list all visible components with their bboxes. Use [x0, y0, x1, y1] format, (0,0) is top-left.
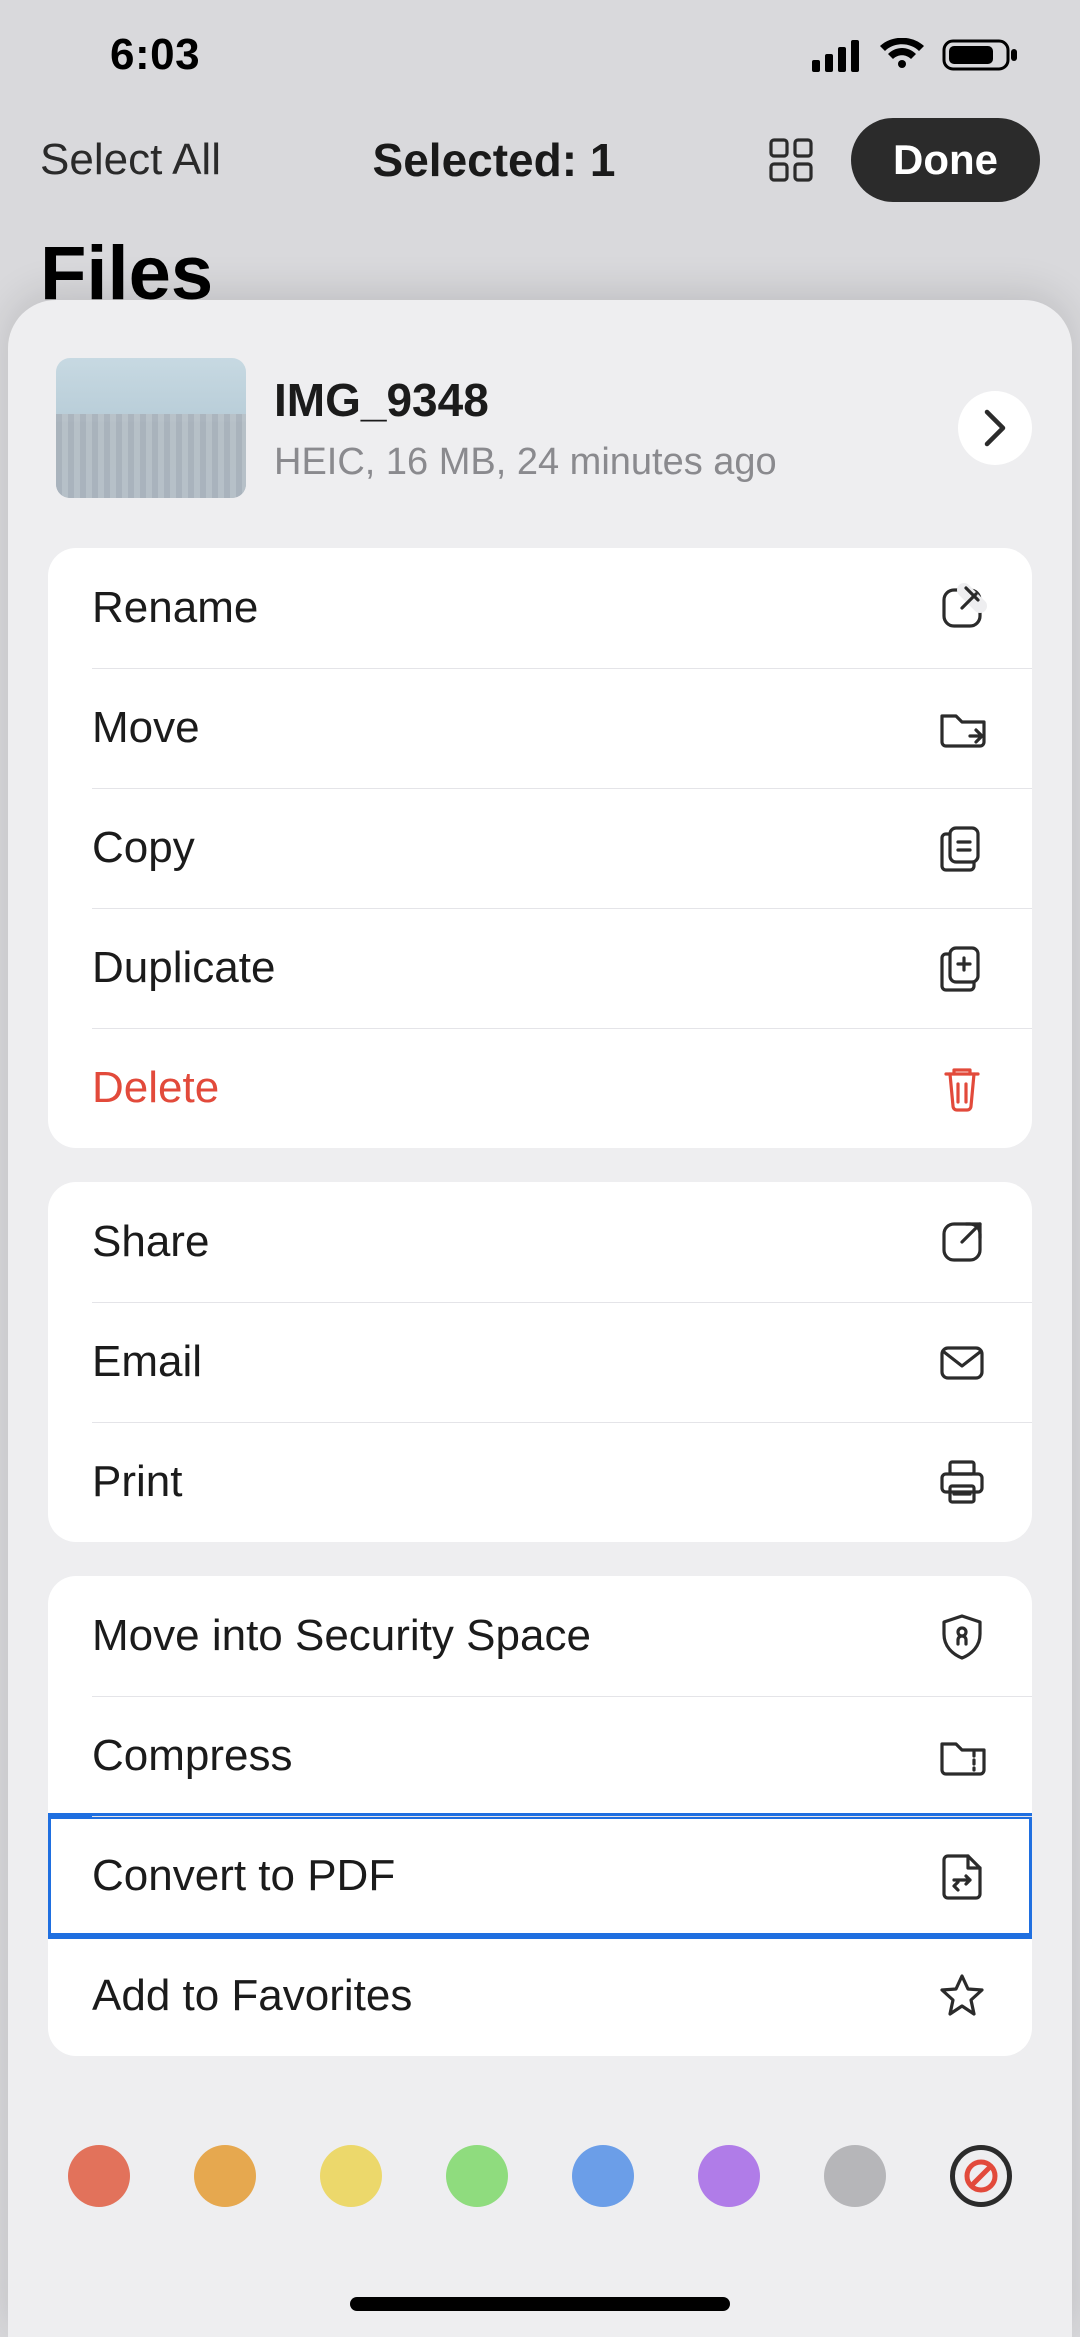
tag-color-4[interactable] — [572, 2145, 634, 2207]
print-row[interactable]: Print — [48, 1422, 1032, 1542]
grid-toggle-icon[interactable] — [767, 136, 815, 184]
print-icon — [936, 1456, 988, 1508]
duplicate-icon — [936, 942, 988, 994]
home-indicator — [350, 2297, 730, 2311]
tag-row — [8, 2145, 1072, 2207]
file-header[interactable]: IMG_9348 HEIC, 16 MB, 24 minutes ago — [8, 310, 1072, 536]
battery-icon — [942, 37, 1020, 73]
tag-color-5[interactable] — [698, 2145, 760, 2207]
security-row[interactable]: Move into Security Space — [48, 1576, 1032, 1696]
wifi-icon — [878, 38, 926, 72]
share-row[interactable]: Share — [48, 1182, 1032, 1302]
row-label: Copy — [92, 823, 195, 873]
cellular-icon — [812, 38, 862, 72]
copy-icon — [936, 822, 988, 874]
star-icon — [936, 1970, 988, 2022]
delete-row[interactable]: Delete — [48, 1028, 1032, 1148]
select-all-button[interactable]: Select All — [40, 135, 221, 185]
selected-count: Selected: 1 — [373, 133, 616, 187]
status-icons — [812, 37, 1020, 73]
done-button[interactable]: Done — [851, 118, 1040, 202]
mail-icon — [936, 1336, 988, 1388]
tag-color-1[interactable] — [194, 2145, 256, 2207]
tag-color-6[interactable] — [824, 2145, 886, 2207]
move-row[interactable]: Move — [48, 668, 1032, 788]
convert-icon — [936, 1850, 988, 1902]
selection-header: Select All Selected: 1 Done — [0, 110, 1080, 210]
edit-icon — [936, 582, 988, 634]
tag-none[interactable] — [950, 2145, 1012, 2207]
row-label: Rename — [92, 583, 258, 633]
row-label: Compress — [92, 1731, 293, 1781]
row-label: Print — [92, 1457, 182, 1507]
tag-color-2[interactable] — [320, 2145, 382, 2207]
rename-row[interactable]: Rename — [48, 548, 1032, 668]
status-time: 6:03 — [110, 30, 200, 80]
disclosure-button[interactable] — [958, 391, 1032, 465]
email-row[interactable]: Email — [48, 1302, 1032, 1422]
duplicate-row[interactable]: Duplicate — [48, 908, 1032, 1028]
folder-move-icon — [936, 702, 988, 754]
row-label: Duplicate — [92, 943, 275, 993]
favorites-row[interactable]: Add to Favorites — [48, 1936, 1032, 2056]
row-label: Move into Security Space — [92, 1611, 591, 1661]
menu-group: Share Email Print — [48, 1182, 1032, 1542]
file-meta: HEIC, 16 MB, 24 minutes ago — [274, 441, 777, 484]
share-icon — [936, 1216, 988, 1268]
shield-icon — [936, 1610, 988, 1662]
status-bar: 6:03 — [0, 0, 1080, 110]
convert-pdf-row[interactable]: Convert to PDF — [48, 1816, 1032, 1936]
row-label: Delete — [92, 1063, 219, 1113]
menu-group: Rename Move Copy Duplicate Delete — [48, 548, 1032, 1148]
trash-icon — [936, 1062, 988, 1114]
chevron-right-icon — [981, 408, 1009, 448]
action-sheet: IMG_9348 HEIC, 16 MB, 24 minutes ago Ren… — [8, 300, 1072, 2337]
menu-group: Move into Security Space Compress Convert … — [48, 1576, 1032, 2056]
row-label: Move — [92, 703, 200, 753]
tag-color-0[interactable] — [68, 2145, 130, 2207]
row-label: Add to Favorites — [92, 1971, 412, 2021]
row-label: Share — [92, 1217, 209, 1267]
copy-row[interactable]: Copy — [48, 788, 1032, 908]
tag-color-3[interactable] — [446, 2145, 508, 2207]
row-label: Email — [92, 1337, 202, 1387]
file-thumbnail — [56, 358, 246, 498]
zip-icon — [936, 1730, 988, 1782]
row-label: Convert to PDF — [92, 1851, 395, 1901]
file-name: IMG_9348 — [274, 373, 777, 427]
compress-row[interactable]: Compress — [48, 1696, 1032, 1816]
